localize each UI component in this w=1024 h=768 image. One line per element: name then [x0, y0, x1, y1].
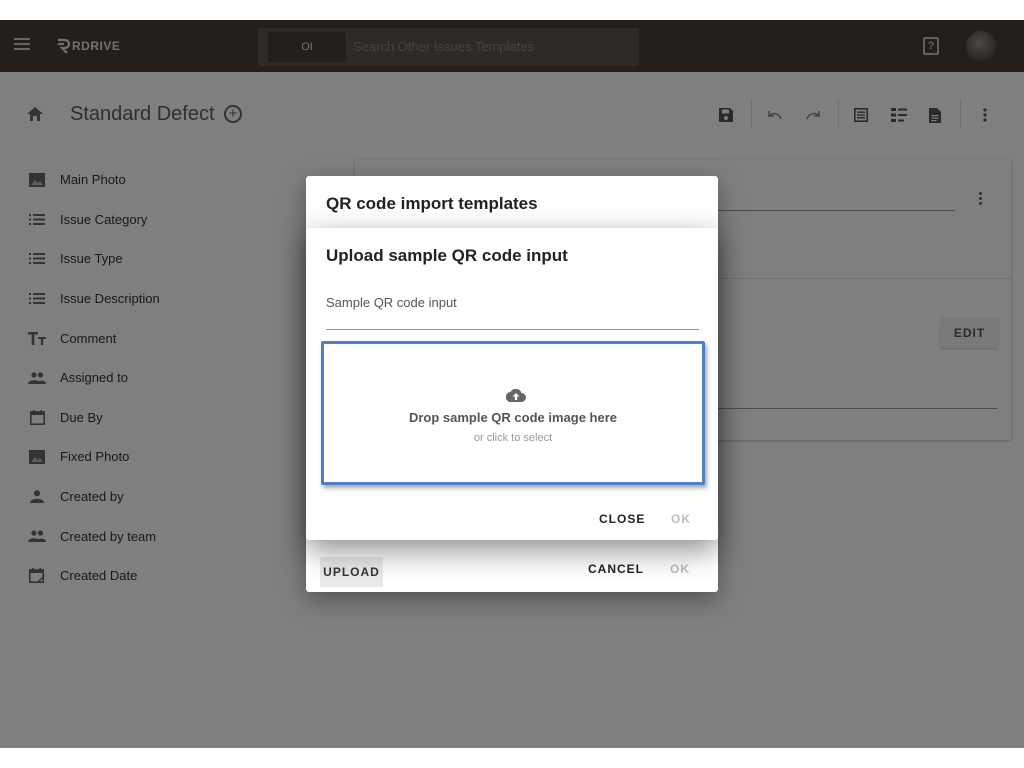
app-window: RDRIVE OI Search Other Issues Templates …: [0, 20, 1024, 748]
close-button[interactable]: CLOSE: [599, 512, 645, 526]
cancel-button[interactable]: CANCEL: [588, 562, 644, 576]
cloud-upload-icon: [506, 388, 526, 402]
dropzone-subtitle: or click to select: [473, 432, 553, 444]
qr-image-dropzone[interactable]: Drop sample QR code image here or click …: [321, 341, 705, 485]
sample-qr-input-field[interactable]: Sample QR code input: [326, 295, 457, 310]
upload-button[interactable]: UPLOAD: [320, 557, 383, 587]
viewport: RDRIVE OI Search Other Issues Templates …: [0, 0, 1024, 768]
ok-button[interactable]: OK: [670, 562, 690, 576]
dropzone-title: Drop sample QR code image here: [408, 410, 618, 425]
dialog-actions: UPLOAD CANCEL OK: [306, 552, 718, 592]
ok-button[interactable]: OK: [671, 512, 691, 526]
dialog-title: QR code import templates: [326, 194, 538, 213]
sample-qr-input-underline: [326, 329, 699, 330]
upload-qr-sample-dialog: Upload sample QR code input Sample QR co…: [306, 228, 718, 540]
dialog-title: Upload sample QR code input: [326, 246, 568, 265]
